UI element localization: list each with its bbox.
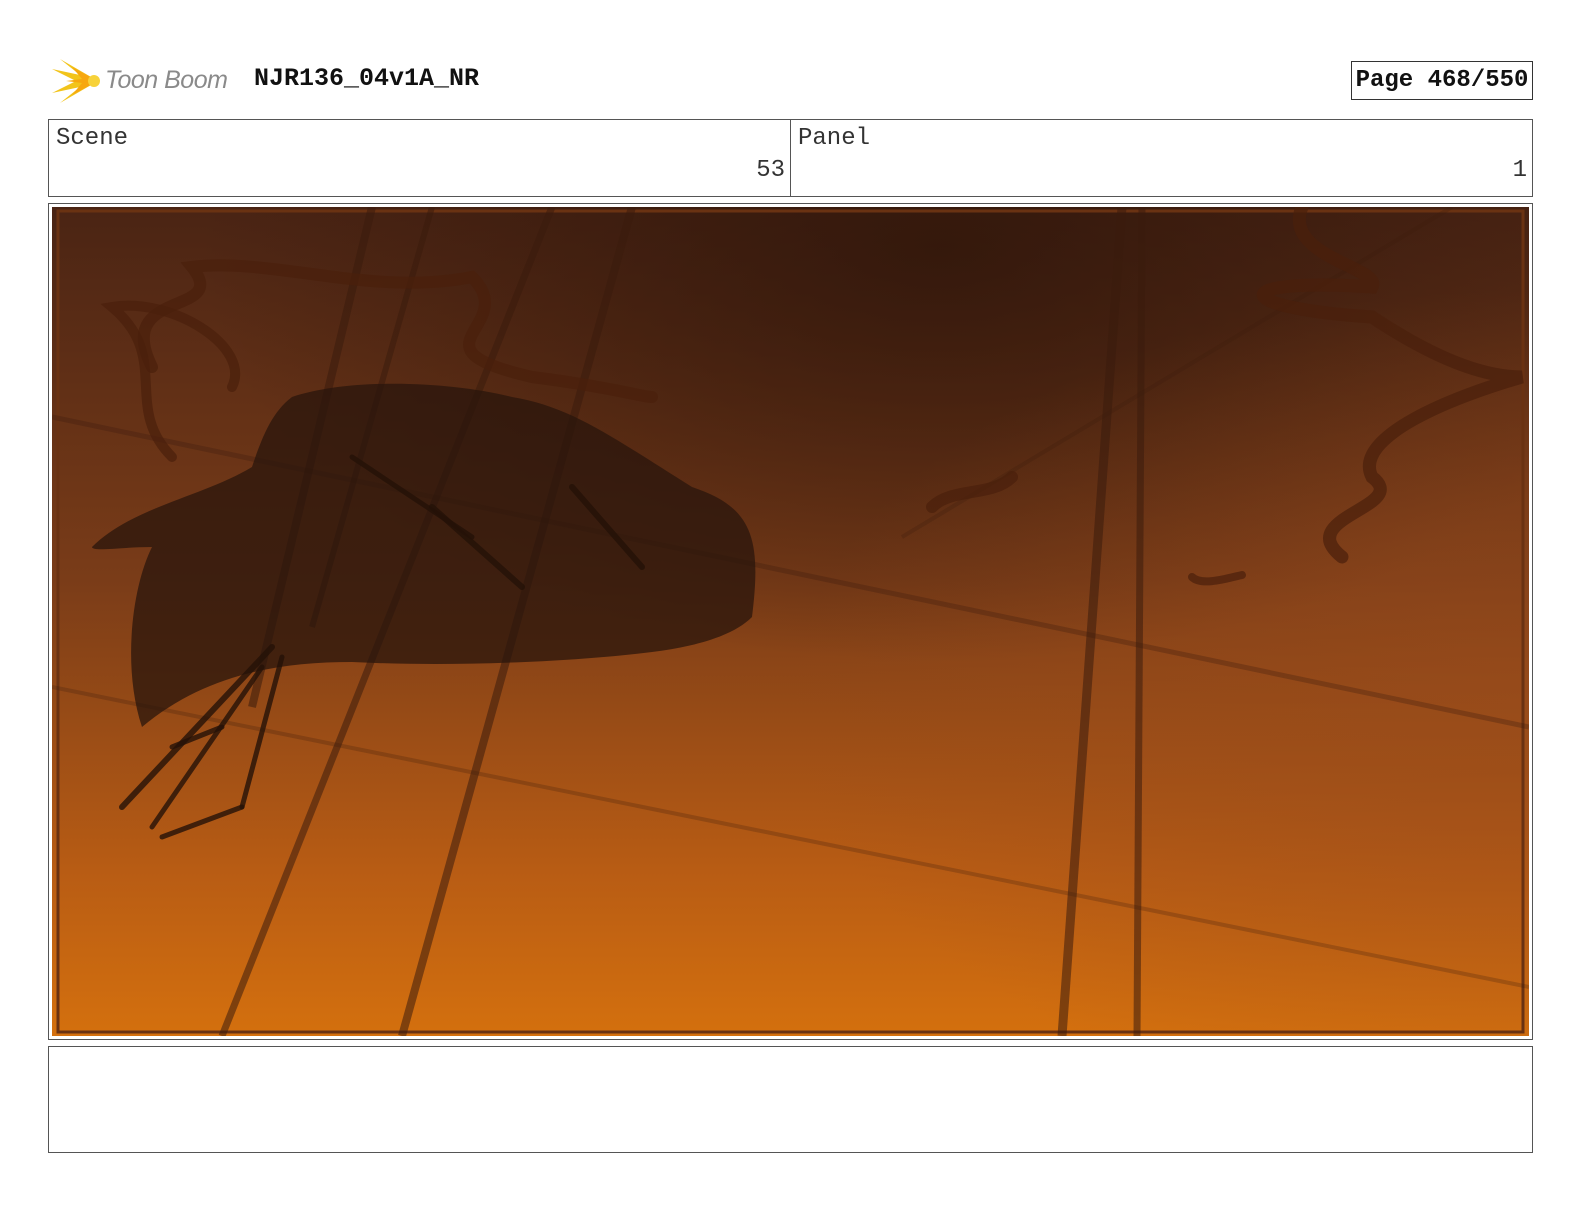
panel-label: Panel: [798, 125, 871, 152]
storyboard-panel-frame: [48, 203, 1533, 1040]
page-number-box: Page 468/550: [1351, 61, 1533, 100]
project-title: NJR136_04v1A_NR: [254, 64, 480, 93]
scene-label: Scene: [56, 125, 129, 152]
panel-cell: Panel 1: [791, 120, 1532, 196]
logo-text: Toon Boom: [105, 66, 228, 94]
scene-cell: Scene 53: [49, 120, 791, 196]
panel-artwork: [52, 207, 1529, 1036]
scene-value: 53: [756, 157, 785, 184]
panel-notes-box: [48, 1046, 1533, 1153]
panel-value: 1: [1512, 157, 1527, 184]
scene-panel-info: Scene 53 Panel 1: [48, 119, 1533, 197]
star-burst-icon: [52, 59, 100, 103]
page-label: Page 468/550: [1355, 67, 1529, 94]
